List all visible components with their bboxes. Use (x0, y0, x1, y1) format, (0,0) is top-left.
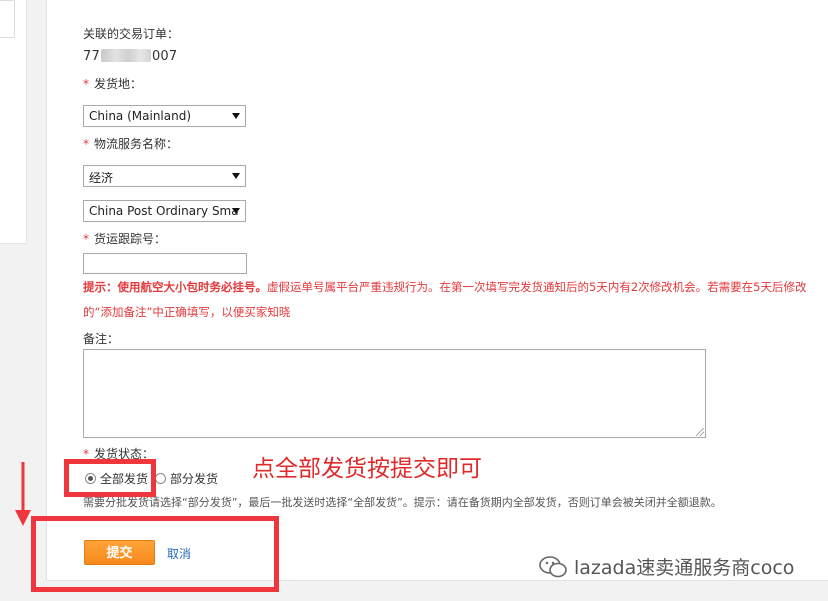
dropdown-arrow-icon (232, 208, 240, 214)
ship-from-selected: China (Mainland) (89, 109, 192, 123)
annotation-text: 点全部发货按提交即可 (252, 456, 482, 482)
tracking-warning-line2: 的“添加备注”中正确填写，以便买家知晓 (83, 305, 291, 319)
logistics-service-label-text: 物流服务名称： (94, 137, 179, 151)
redacted-blur (100, 49, 151, 62)
warning-text: 虚假运单号属平台严重违规行为。在第一次填写完发货通知后的5天内有2次修改机会。若… (267, 280, 807, 294)
tracking-number-input[interactable] (83, 253, 247, 274)
ship-from-select[interactable]: China (Mainland) (83, 105, 246, 127)
remarks-label: 备注： (83, 332, 120, 346)
ship-from-label: * 发货地： (83, 75, 142, 92)
shipping-status-hint: 需要分批发货请选择“部分发货”，最后一批发送时选择“全部发货”。提示：请在备货期… (83, 496, 722, 509)
ship-from-label-text: 发货地： (94, 77, 143, 91)
annotation-box-full-shipment (64, 459, 156, 497)
tracking-number-label-text: 货运跟踪号： (94, 232, 167, 246)
tracking-warning-line1: 提示：使用航空大小包时务必挂号。虚假运单号属平台严重违规行为。在第一次填写完发货… (83, 279, 806, 295)
shipping-form-panel: 关联的交易订单： 77 007 * 发货地： China (Mainland) * 物… (46, 0, 828, 581)
logistics-service-label: * 物流服务名称： (83, 135, 178, 152)
radio-partial-shipment-label: 部分发货 (170, 472, 219, 486)
related-order-label: 关联的交易订单： (83, 27, 180, 41)
logistics-category-selected: 经济 (89, 171, 114, 185)
dropdown-arrow-icon (232, 113, 240, 119)
radio-unchecked-icon[interactable] (155, 473, 166, 484)
warning-bold: 提示：使用航空大小包时务必挂号。 (83, 280, 267, 294)
logistics-category-select[interactable]: 经济 (83, 165, 246, 187)
order-number-prefix: 77 (83, 49, 100, 64)
resize-handle-icon[interactable] (696, 428, 704, 436)
watermark-text: lazada速卖通服务商coco (574, 557, 795, 579)
annotation-arrow-icon (15, 462, 31, 526)
related-order-value: 77 007 (83, 49, 177, 64)
left-sidebar-panel (0, 0, 27, 244)
required-mark: * (83, 232, 89, 246)
required-mark: * (83, 137, 89, 151)
watermark: lazada速卖通服务商coco (538, 553, 794, 580)
wechat-icon (539, 555, 567, 577)
sidebar-stub (0, 0, 15, 38)
radio-partial-shipment[interactable]: 部分发货 (155, 470, 218, 487)
tracking-number-label: * 货运跟踪号： (83, 230, 166, 247)
logistics-service-select[interactable]: China Post Ordinary Sma (83, 200, 246, 222)
order-number-suffix: 007 (151, 49, 178, 64)
dropdown-arrow-icon (232, 173, 240, 179)
remarks-textarea[interactable] (83, 349, 706, 438)
annotation-box-submit (31, 516, 279, 592)
logistics-service-selected: China Post Ordinary Sma (89, 204, 239, 218)
required-mark: * (83, 77, 89, 91)
